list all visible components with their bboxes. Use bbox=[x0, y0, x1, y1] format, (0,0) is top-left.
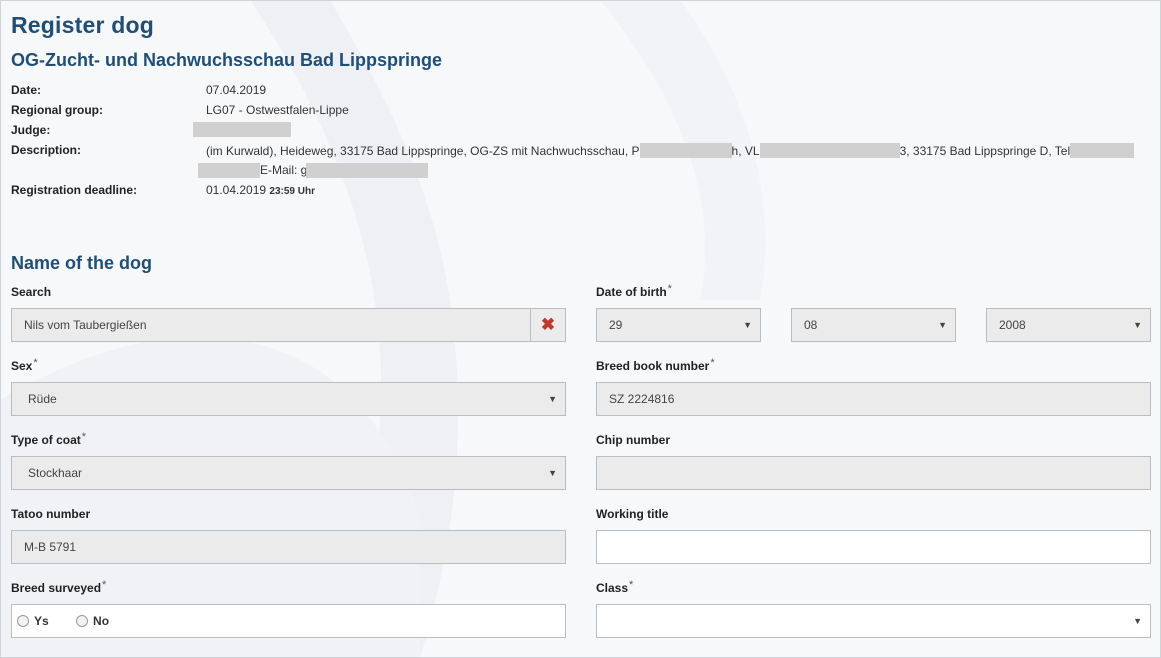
dob-label-text: Date of birth bbox=[596, 285, 667, 299]
class-select[interactable]: ▼ bbox=[596, 604, 1151, 638]
sex-select[interactable]: Rüde ▼ bbox=[11, 382, 566, 416]
chip-input[interactable] bbox=[596, 456, 1151, 490]
required-asterisk: * bbox=[667, 283, 672, 295]
breed-book-label-text: Breed book number bbox=[596, 359, 710, 373]
register-dog-form: Register dog OG-Zucht- und Nachwuchsscha… bbox=[0, 0, 1161, 658]
radio-no[interactable] bbox=[76, 614, 89, 627]
clear-search-button[interactable]: ✖ bbox=[530, 308, 566, 342]
deadline-label: Registration deadline: bbox=[11, 183, 138, 197]
breed-book-input[interactable]: SZ 2224816 bbox=[596, 382, 1151, 416]
chevron-down-icon: ▼ bbox=[548, 394, 557, 404]
redacted-block bbox=[1070, 143, 1135, 158]
dob-day-value: 29 bbox=[609, 318, 623, 332]
yes-label: Ys bbox=[34, 614, 49, 628]
description-text-3: 3, 33175 Bad Lippspringe D, Tel bbox=[899, 144, 1071, 158]
judge-label: Judge: bbox=[11, 123, 51, 137]
required-asterisk: * bbox=[102, 579, 107, 591]
search-label-text: Search bbox=[11, 285, 52, 299]
breed-surveyed-label-text: Breed surveyed bbox=[11, 581, 102, 595]
coat-label: Type of coat* bbox=[11, 431, 87, 447]
working-title-input[interactable] bbox=[596, 530, 1151, 564]
radio-yes[interactable] bbox=[17, 614, 29, 627]
page-title: Register dog bbox=[11, 12, 154, 38]
chevron-down-icon: ▼ bbox=[743, 320, 752, 330]
tatoo-input[interactable]: M-B 5791 bbox=[11, 530, 566, 564]
working-title-label: Working title bbox=[596, 507, 668, 521]
working-title-label-text: Working title bbox=[596, 507, 669, 521]
no-label: No bbox=[93, 614, 110, 628]
breed-surveyed-group: Ys No bbox=[11, 604, 566, 638]
dob-label: Date of birth* bbox=[596, 283, 672, 299]
breed-surveyed-label: Breed surveyed* bbox=[11, 579, 107, 595]
class-label-text: Class bbox=[596, 581, 629, 595]
event-name: OG-Zucht- und Nachwuchsschau Bad Lippspr… bbox=[11, 50, 443, 70]
deadline-date: 01.04.2019 bbox=[206, 183, 267, 197]
coat-value: Stockhaar bbox=[28, 466, 83, 480]
breed-book-value: SZ 2224816 bbox=[609, 392, 675, 406]
tatoo-value: M-B 5791 bbox=[24, 540, 77, 554]
search-input-value: Nils vom Taubergießen bbox=[24, 318, 147, 332]
close-icon: ✖ bbox=[540, 315, 556, 334]
sex-value: Rüde bbox=[28, 392, 57, 406]
deadline-time: 23:59 Uhr bbox=[269, 186, 315, 197]
search-label: Search bbox=[11, 285, 51, 299]
redacted-email bbox=[306, 163, 428, 178]
required-asterisk: * bbox=[710, 357, 715, 369]
deadline-value: 01.04.2019 23:59 Uhr bbox=[206, 183, 315, 197]
class-label: Class* bbox=[596, 579, 634, 595]
dob-month-value: 08 bbox=[804, 318, 818, 332]
required-asterisk: * bbox=[629, 579, 634, 591]
chip-label-text: Chip number bbox=[596, 433, 670, 447]
coat-label-text: Type of coat bbox=[11, 433, 81, 447]
dob-year-select[interactable]: 2008 ▼ bbox=[986, 308, 1151, 342]
sex-label-text: Sex bbox=[11, 359, 33, 373]
description-text-2: h, VL bbox=[731, 144, 760, 158]
breed-surveyed-yes-option[interactable]: Ys bbox=[17, 614, 49, 628]
regional-group-label: Regional group: bbox=[11, 103, 103, 117]
description-label: Description: bbox=[11, 143, 82, 157]
required-asterisk: * bbox=[81, 431, 87, 443]
redacted-block bbox=[198, 163, 260, 178]
tatoo-label-text: Tatoo number bbox=[11, 507, 91, 521]
tatoo-label: Tatoo number bbox=[11, 507, 90, 521]
search-input[interactable]: Nils vom Taubergießen bbox=[11, 308, 531, 342]
description-line-1: (im Kurwald), Heideweg, 33175 Bad Lippsp… bbox=[206, 143, 1135, 158]
description-line-2: E-Mail: g bbox=[260, 163, 307, 177]
chevron-down-icon: ▼ bbox=[1133, 616, 1142, 626]
redacted-judge bbox=[193, 122, 291, 137]
date-value: 07.04.2019 bbox=[206, 83, 267, 97]
chevron-down-icon: ▼ bbox=[1133, 320, 1142, 330]
description-email: E-Mail: g bbox=[260, 163, 308, 177]
chip-label: Chip number bbox=[596, 433, 670, 447]
chevron-down-icon: ▼ bbox=[548, 468, 557, 478]
dob-month-select[interactable]: 08 ▼ bbox=[791, 308, 956, 342]
chevron-down-icon: ▼ bbox=[938, 320, 947, 330]
dob-day-select[interactable]: 29 ▼ bbox=[596, 308, 761, 342]
sex-label: Sex* bbox=[11, 357, 38, 373]
regional-group-value: LG07 - Ostwestfalen-Lippe bbox=[206, 103, 349, 117]
breed-surveyed-no-option[interactable]: No bbox=[76, 614, 109, 628]
redacted-block bbox=[639, 143, 732, 158]
section-title: Name of the dog bbox=[11, 253, 153, 273]
date-label: Date: bbox=[11, 83, 42, 97]
description-text-1: (im Kurwald), Heideweg, 33175 Bad Lippsp… bbox=[206, 144, 640, 158]
coat-select[interactable]: Stockhaar ▼ bbox=[11, 456, 566, 490]
redacted-block bbox=[759, 143, 900, 158]
required-asterisk: * bbox=[33, 357, 38, 369]
dob-year-value: 2008 bbox=[999, 318, 1026, 332]
breed-book-label: Breed book number* bbox=[596, 357, 715, 373]
